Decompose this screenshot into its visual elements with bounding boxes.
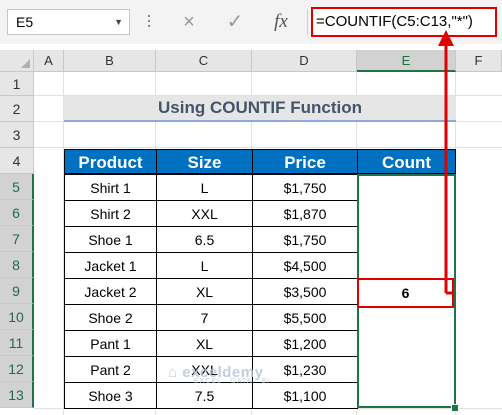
callout-arrow	[438, 30, 454, 295]
exceldemy-watermark: ⌂ exceldemy EXCEL · DATA · BI	[168, 364, 270, 385]
arrow-head	[438, 30, 454, 46]
watermark-tagline: EXCEL · DATA · BI	[194, 378, 270, 385]
watermark-logo-icon: ⌂	[168, 364, 178, 381]
excel-window: { "formula_bar": { "name_box": "E5", "ca…	[0, 0, 502, 415]
